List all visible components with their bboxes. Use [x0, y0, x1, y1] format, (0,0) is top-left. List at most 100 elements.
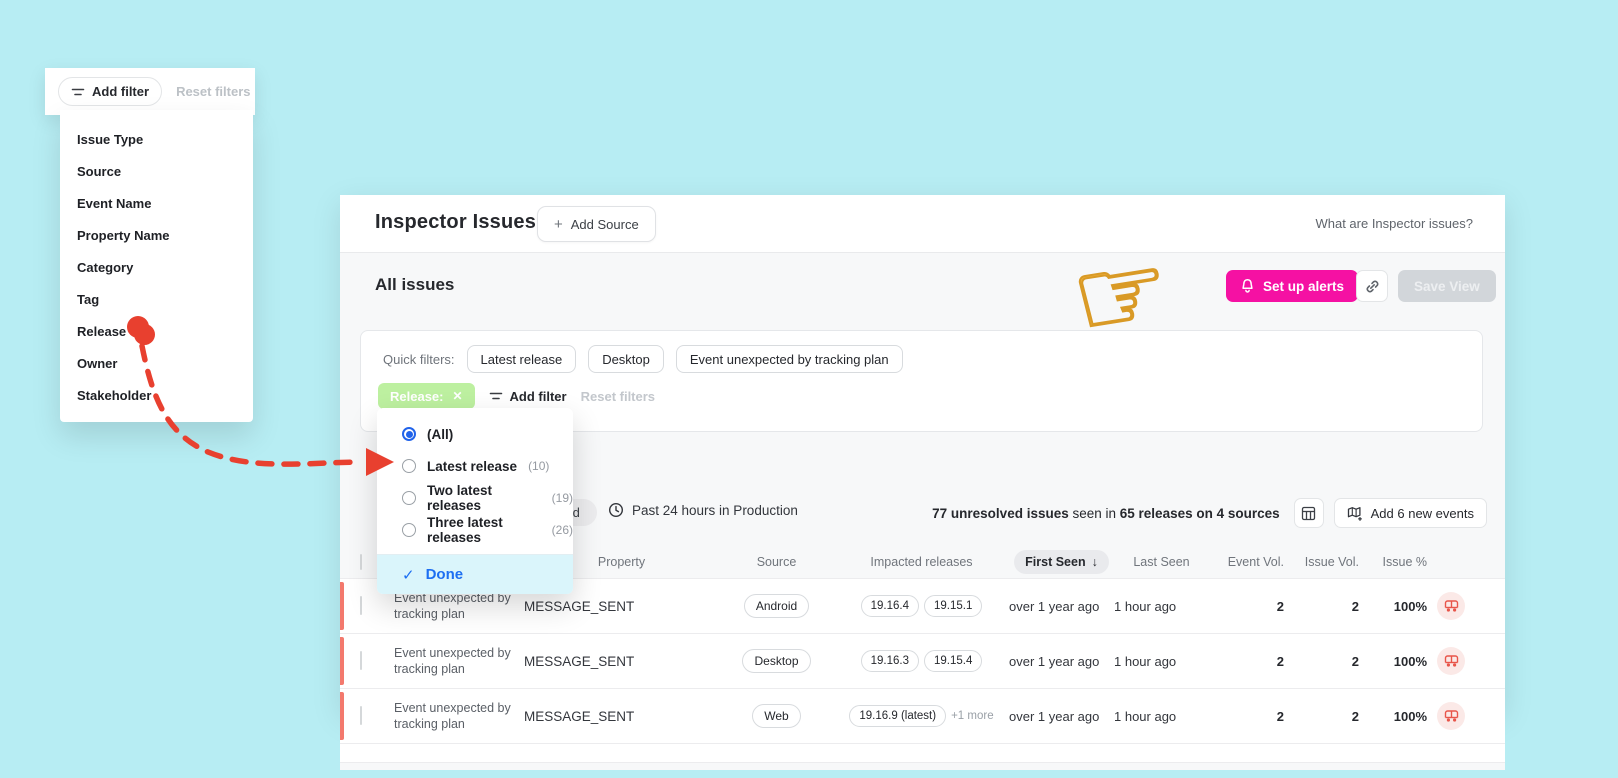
col-first-seen-label: First Seen	[1025, 554, 1086, 569]
col-impacted-releases[interactable]: Impacted releases	[834, 555, 1009, 569]
add-new-events-button[interactable]: Add 6 new events	[1333, 498, 1487, 528]
issue-vol-cell: 2	[1351, 653, 1359, 669]
source-chip: Android	[743, 594, 810, 618]
screenshot-canvas: Add filter Reset filters Issue Type Sour…	[0, 0, 1618, 778]
row-checkbox[interactable]	[360, 596, 362, 615]
filter-menu-item-owner[interactable]: Owner	[60, 348, 253, 380]
add-filter-button[interactable]: Add filter	[58, 77, 163, 106]
time-range-label: Past 24 hours in Production	[632, 502, 798, 518]
property-cell: MESSAGE_SENT	[524, 653, 635, 669]
sort-down-icon: ↓	[1091, 554, 1098, 569]
release-option-latest[interactable]: Latest release (10)	[377, 450, 573, 482]
save-view-button[interactable]: Save View	[1398, 270, 1496, 302]
issue-type-cell: Event unexpected by tracking plan	[394, 590, 511, 621]
check-icon: ✓	[402, 566, 415, 584]
impacted-releases-cell: 19.16.3 19.15.4	[834, 650, 1009, 672]
property-cell: MESSAGE_SENT	[524, 708, 635, 724]
release-option-two-latest[interactable]: Two latest releases (19)	[377, 482, 573, 514]
quick-filters-label: Quick filters:	[383, 351, 455, 367]
col-event-vol[interactable]: Event Vol.	[1209, 555, 1284, 569]
inspector-help-link[interactable]: What are Inspector issues?	[1315, 216, 1473, 231]
col-issue-pct[interactable]: Issue %	[1359, 555, 1427, 569]
done-label: Done	[425, 566, 464, 583]
source-chip: Web	[752, 704, 801, 728]
table-view-button[interactable]	[1293, 498, 1324, 528]
select-all-checkbox[interactable]	[360, 553, 362, 570]
col-first-seen-sort[interactable]: First Seen ↓	[1014, 549, 1109, 574]
release-chip-label: Release:	[390, 388, 444, 404]
page-title: Inspector Issues	[375, 211, 537, 233]
issue-type-cell: Event unexpected by tracking plan	[394, 645, 511, 676]
release-option-count: (10)	[528, 459, 550, 473]
add-new-events-label: Add 6 new events	[1370, 505, 1474, 521]
left-filter-bar: Add filter Reset filters	[45, 68, 255, 115]
table-icon	[1301, 506, 1316, 521]
release-option-label: Two latest releases	[427, 483, 493, 513]
release-option-label: Latest release	[427, 458, 518, 474]
table-row[interactable]: Event unexpected by tracking plan MESSAG…	[340, 688, 1505, 743]
card-add-filter-button[interactable]: Add filter	[489, 389, 567, 404]
event-vol-cell: 2	[1276, 598, 1284, 614]
filter-menu-item-tag[interactable]: Tag	[60, 284, 253, 316]
quick-filter-desktop[interactable]: Desktop	[588, 345, 664, 373]
event-vol-cell: 2	[1276, 708, 1284, 724]
release-chip: 19.16.4	[860, 595, 919, 617]
active-release-filter-chip[interactable]: Release: ✕	[378, 383, 475, 409]
release-more-label: +1 more	[951, 710, 994, 722]
release-option-count: (19)	[551, 491, 573, 505]
radio-icon[interactable]	[402, 523, 416, 537]
card-reset-filters-button[interactable]: Reset filters	[581, 389, 655, 404]
first-seen-cell: over 1 year ago	[1009, 598, 1100, 614]
summary-scope: 65 releases on 4 sources	[1119, 505, 1280, 521]
impacted-releases-cell: 19.16.9 (latest) +1 more	[834, 705, 1009, 727]
filter-menu-item-event-name[interactable]: Event Name	[60, 188, 253, 220]
filter-menu-item-issue-type[interactable]: Issue Type	[60, 124, 253, 156]
reset-filters-button[interactable]: Reset filters	[176, 84, 250, 99]
release-option-all[interactable]: (All)	[377, 418, 573, 450]
filter-menu-item-release[interactable]: Release	[60, 316, 253, 348]
copy-link-button[interactable]	[1356, 270, 1388, 302]
radio-icon[interactable]	[402, 491, 416, 505]
col-last-seen[interactable]: Last Seen	[1114, 555, 1209, 569]
tracking-plan-violation-icon	[1437, 702, 1465, 730]
bell-icon	[1240, 278, 1255, 294]
filter-menu-item-category[interactable]: Category	[60, 252, 253, 284]
partial-table-row	[340, 743, 1505, 762]
clock-icon	[608, 502, 624, 518]
quick-filter-event-unexpected[interactable]: Event unexpected by tracking plan	[675, 345, 903, 373]
last-seen-cell: 1 hour ago	[1114, 653, 1177, 669]
quick-filter-latest-release[interactable]: Latest release	[466, 345, 577, 373]
row-checkbox[interactable]	[360, 651, 362, 670]
time-range[interactable]: Past 24 hours in Production	[608, 502, 798, 518]
remove-filter-icon[interactable]: ✕	[452, 389, 462, 403]
release-chip: 19.15.4	[924, 650, 983, 672]
first-seen-cell: over 1 year ago	[1009, 708, 1100, 724]
radio-icon[interactable]	[402, 459, 416, 473]
col-issue-vol[interactable]: Issue Vol.	[1284, 555, 1359, 569]
event-vol-cell: 2	[1276, 653, 1284, 669]
last-seen-cell: 1 hour ago	[1114, 708, 1177, 724]
summary-mid: seen in	[1068, 505, 1120, 521]
radio-selected-icon[interactable]	[402, 427, 416, 441]
release-option-three-latest[interactable]: Three latest releases (26)	[377, 514, 573, 546]
set-up-alerts-button[interactable]: Set up alerts	[1226, 270, 1359, 302]
issues-summary: 77 unresolved issues seen in 65 releases…	[932, 506, 1279, 521]
release-option-label: (All)	[427, 426, 454, 442]
impacted-releases-cell: 19.16.4 19.15.1	[834, 595, 1009, 617]
row-checkbox[interactable]	[360, 706, 362, 725]
issue-pct-cell: 100%	[1393, 598, 1427, 614]
panel-header: Inspector Issues + Add Source What are I…	[340, 195, 1505, 253]
filter-menu-item-source[interactable]: Source	[60, 156, 253, 188]
filter-icon	[489, 389, 503, 403]
release-chip: 19.16.9 (latest)	[849, 705, 947, 727]
col-source[interactable]: Source	[719, 555, 834, 569]
add-source-button[interactable]: + Add Source	[537, 206, 656, 242]
filter-menu-item-stakeholder[interactable]: Stakeholder	[60, 380, 253, 412]
release-chip: 19.15.1	[924, 595, 983, 617]
card-add-filter-label: Add filter	[509, 388, 567, 404]
filter-menu-item-property-name[interactable]: Property Name	[60, 220, 253, 252]
issue-type-cell: Event unexpected by tracking plan	[394, 700, 511, 731]
issue-pct-cell: 100%	[1393, 653, 1427, 669]
table-row[interactable]: Event unexpected by tracking plan MESSAG…	[340, 633, 1505, 688]
dropdown-done-button[interactable]: ✓ Done	[377, 554, 573, 594]
